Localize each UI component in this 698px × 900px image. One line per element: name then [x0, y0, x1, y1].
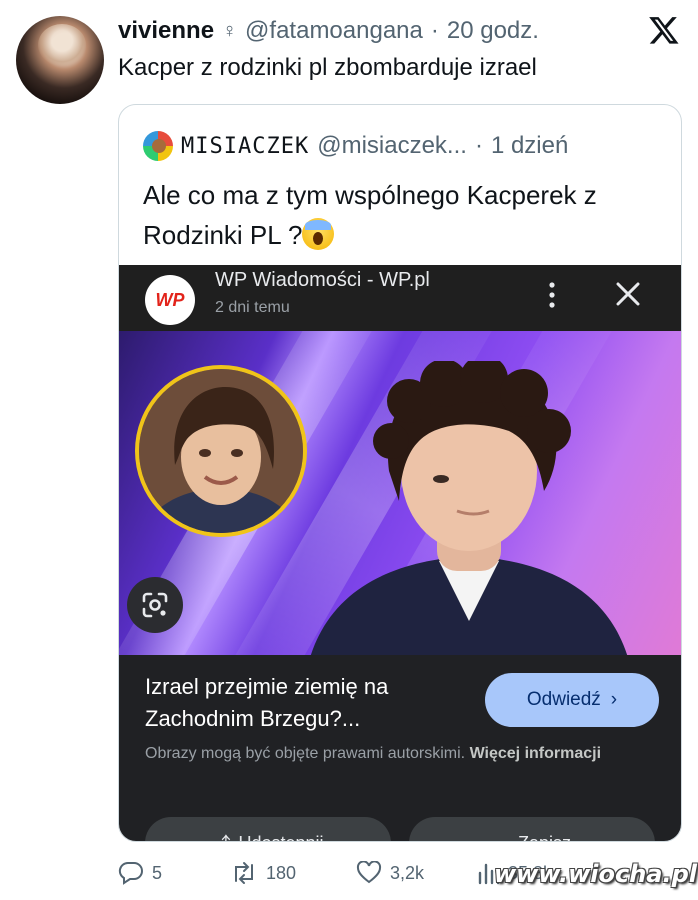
copyright-note: Obrazy mogą być objęte prawami autorskim… [145, 741, 655, 767]
rainbow-bear-emoji-icon [143, 131, 173, 161]
bookmark-icon: ▭ [493, 833, 510, 842]
visit-button-label: Odwiedź [526, 689, 601, 710]
young-man-photo [311, 361, 627, 655]
lens-card-header: WP WP Wiadomości - WP.pl 2 dni temu [119, 265, 681, 331]
quoted-text: Ale co ma z tym wspólnego Kacperek z Rod… [143, 175, 663, 255]
share-button[interactable]: ⤴ Udostępnij [145, 817, 391, 842]
save-button-label: Zapisz [518, 833, 571, 842]
wp-logo-icon: WP [145, 275, 195, 325]
venus-symbol-icon: ♀ [222, 19, 238, 42]
source-time: 2 dni temu [215, 299, 290, 316]
quoted-tweet[interactable]: MISIACZEK @misiaczek... · 1 dzień Ale co… [118, 104, 682, 842]
x-logo-icon [649, 17, 679, 44]
separator-dot: · [474, 132, 483, 159]
copyright-note-text: Obrazy mogą być objęte prawami autorskim… [145, 745, 466, 762]
source-name: WP Wiadomości - WP.pl [215, 269, 430, 291]
like-count: 3,2k [390, 862, 425, 883]
separator-dot: · [430, 17, 439, 44]
reply-action[interactable]: 5 [118, 861, 162, 885]
google-lens-button[interactable] [127, 577, 183, 633]
repost-icon [235, 862, 253, 884]
chevron-right-icon: › [610, 689, 618, 710]
watermark: www.wiocha.pl [494, 860, 698, 888]
heart-icon [356, 861, 382, 884]
repost-count: 180 [266, 862, 297, 883]
tweet-text: Kacper z rodzinki pl zbombarduje izrael [118, 54, 537, 81]
author-handle[interactable]: @fatamoangana [245, 17, 423, 45]
share-icon: ⤴ [212, 830, 230, 841]
lens-icon [142, 592, 168, 618]
face-screaming-emoji-icon [302, 218, 335, 250]
quoted-header: MISIACZEK @misiaczek... · 1 dzień [143, 131, 568, 161]
news-photo [119, 331, 681, 655]
quoted-author-name[interactable]: MISIACZEK [181, 134, 309, 159]
share-button-label: Udostępnij [238, 833, 323, 842]
result-title[interactable]: Izrael przejmie ziemię na Zachodnim Brze… [145, 671, 465, 735]
child-photo-inset [135, 365, 307, 537]
visit-button[interactable]: Odwiedź › [485, 673, 659, 727]
reply-icon [118, 861, 143, 885]
tweet-time[interactable]: 20 godz. [447, 17, 539, 45]
quoted-time[interactable]: 1 dzień [491, 132, 568, 160]
author-avatar[interactable] [16, 16, 104, 104]
author-name[interactable]: vivienne [118, 17, 214, 45]
quoted-author-handle[interactable]: @misiaczek... [317, 132, 467, 160]
save-button[interactable]: ▭ Zapisz [409, 817, 655, 842]
repost-action[interactable]: 180 [230, 861, 296, 885]
tweet-header: vivienne ♀ @fatamoangana · 20 godz. [118, 14, 539, 48]
lens-result-screenshot[interactable]: WP WP Wiadomości - WP.pl 2 dni temu Izra… [119, 265, 681, 842]
reply-count: 5 [152, 862, 163, 883]
more-info-link[interactable]: Więcej informacji [470, 745, 601, 762]
quoted-text-body: Ale co ma z tym wspólnego Kacperek z Rod… [143, 180, 597, 250]
more-vert-icon[interactable] [545, 281, 559, 309]
like-action[interactable]: 3,2k [356, 861, 424, 885]
close-icon[interactable] [615, 281, 641, 307]
